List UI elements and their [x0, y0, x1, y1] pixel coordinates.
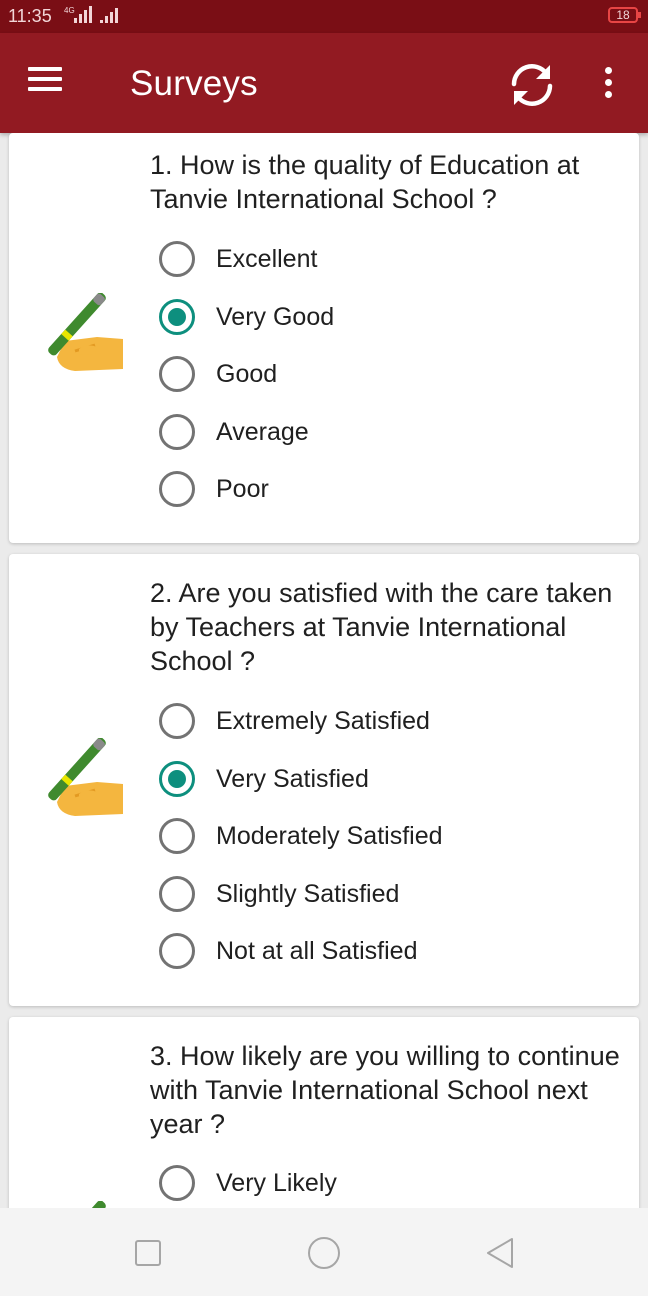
survey-card: 1. How is the quality of Education at Ta…: [9, 133, 639, 543]
radio-button[interactable]: [159, 818, 195, 854]
radio-button[interactable]: [159, 1165, 195, 1201]
option-label: Moderately Satisfied: [216, 822, 443, 850]
app-bar: Surveys: [0, 33, 648, 133]
refresh-icon[interactable]: [506, 59, 558, 111]
radio-button-selected[interactable]: [159, 299, 195, 335]
radio-button[interactable]: [159, 703, 195, 739]
writing-hand-icon: [48, 738, 123, 816]
battery-indicator: 18: [608, 7, 641, 23]
option-label: Not at all Satisfied: [216, 937, 418, 965]
option-label: Very Likely: [216, 1169, 337, 1197]
radio-button[interactable]: [159, 414, 195, 450]
recent-apps-icon[interactable]: [134, 1239, 162, 1267]
option-label: Poor: [216, 475, 269, 503]
radio-button[interactable]: [159, 471, 195, 507]
option-label: Average: [216, 418, 309, 446]
option-label: Excellent: [216, 245, 318, 273]
more-vert-icon[interactable]: [596, 67, 620, 103]
menu-icon[interactable]: [28, 63, 72, 103]
option-label: Slightly Satisfied: [216, 880, 400, 908]
signal-icon: 4G: [64, 6, 118, 23]
option-label: Very Satisfied: [216, 765, 369, 793]
radio-button[interactable]: [159, 933, 195, 969]
system-nav-bar: [0, 1208, 648, 1296]
radio-button[interactable]: [159, 241, 195, 277]
question-text: 3. How likely are you willing to continu…: [150, 1041, 620, 1139]
back-icon[interactable]: [484, 1236, 516, 1270]
survey-card: 3. How likely are you willing to continu…: [9, 1017, 639, 1208]
survey-list[interactable]: 1. How is the quality of Education at Ta…: [0, 133, 648, 1208]
option-label: Good: [216, 360, 278, 388]
radio-button[interactable]: [159, 356, 195, 392]
writing-hand-icon: [48, 293, 123, 371]
question-text: 2. Are you satisfied with the care taken…: [150, 578, 613, 676]
home-icon[interactable]: [306, 1235, 342, 1271]
radio-button-selected[interactable]: [159, 761, 195, 797]
status-bar: 11:35 4G 18: [0, 0, 648, 33]
svg-text:4G: 4G: [64, 6, 75, 15]
page-title: Surveys: [130, 64, 258, 103]
question-text: 1. How is the quality of Education at Ta…: [150, 150, 580, 214]
option-label: Very Good: [216, 303, 335, 331]
survey-card: 2. Are you satisfied with the care taken…: [9, 554, 639, 1006]
option-label: Extremely Satisfied: [216, 707, 430, 735]
radio-button[interactable]: [159, 876, 195, 912]
status-time: 11:35: [8, 6, 52, 26]
writing-hand-icon: [48, 1201, 106, 1208]
